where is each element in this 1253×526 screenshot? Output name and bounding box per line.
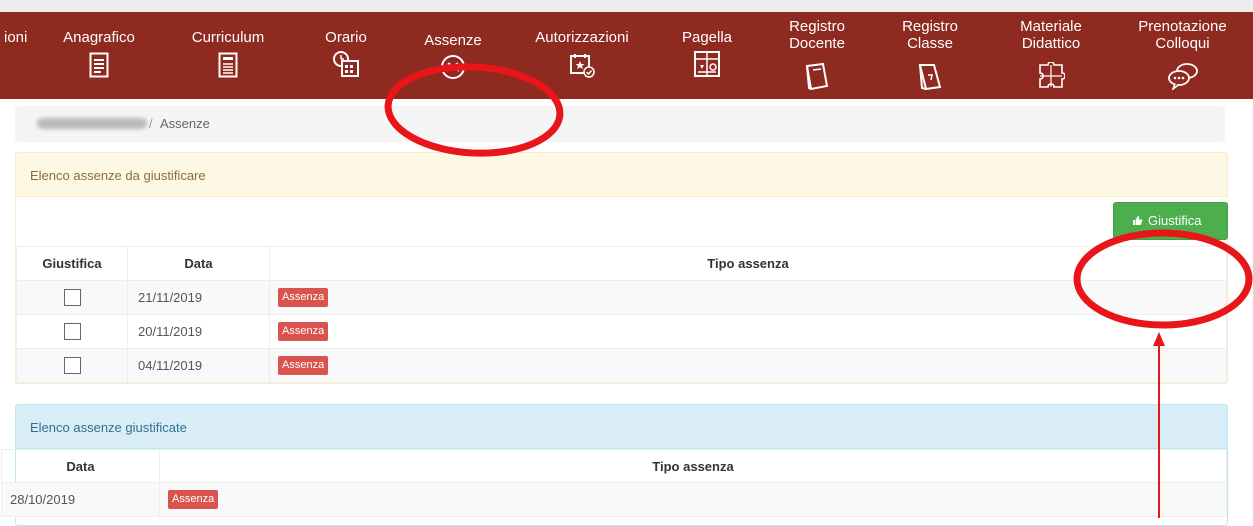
giustifica-button[interactable]: Giustifica — [1113, 202, 1228, 240]
nav-item-pagella[interactable]: Pagella — [668, 12, 746, 99]
panel-title: Elenco assenze giustificate — [30, 420, 187, 435]
justify-checkbox[interactable] — [63, 323, 81, 341]
absence-type-badge: Assenza — [278, 322, 329, 341]
redacted-student-name[interactable] — [37, 118, 147, 129]
nav-item-anagrafico[interactable]: Anagrafico — [52, 12, 146, 99]
panel-unjustified-absences: Elenco assenze da giustificare Giustific… — [15, 152, 1228, 384]
calendar-clock-icon — [332, 50, 360, 78]
nav-item-label-line2: Didattico — [1021, 35, 1081, 52]
nav-item-label: Anagrafico — [63, 29, 135, 46]
nav-item-prenotazione-colloqui[interactable]: Prenotazione Colloqui — [1112, 12, 1253, 99]
nav-item-label-line1: Prenotazione — [1138, 18, 1227, 35]
nav-item-label-line1: Registro — [789, 18, 845, 35]
document-icon — [89, 52, 109, 78]
column-header-tipo-assenza: Tipo assenza — [159, 449, 1227, 483]
table-row: 04/11/2019 Assenza — [16, 348, 1227, 383]
absence-type-badge: Assenza — [278, 288, 329, 307]
nav-item-orario[interactable]: Orario — [310, 12, 382, 99]
nav-item-label: Assenze — [424, 32, 482, 49]
giustifica-button-label: Giustifica — [1148, 213, 1202, 228]
justified-absences-table: Data Tipo assenza 28/10/2019 Assenza — [1, 449, 1227, 517]
nav-item-assenze[interactable]: Assenze — [408, 12, 498, 99]
breadcrumb-separator: / — [149, 116, 153, 131]
sad-face-icon — [440, 54, 466, 80]
justify-checkbox[interactable] — [63, 357, 81, 375]
absence-date: 20/11/2019 — [127, 314, 270, 349]
column-header-data: Data — [127, 246, 270, 281]
column-header-tipo-assenza: Tipo assenza — [269, 246, 1227, 281]
column-header-data: Data — [1, 449, 160, 483]
table-row: 21/11/2019 Assenza — [16, 280, 1227, 315]
table-row: 28/10/2019 Assenza — [1, 482, 1227, 517]
panel-title: Elenco assenze da giustificare — [30, 168, 206, 183]
table-header-row: Giustifica Data Tipo assenza — [16, 246, 1227, 281]
book-icon — [803, 62, 831, 92]
nav-item-comunicazioni[interactable]: ioni — [0, 12, 42, 99]
top-strip — [0, 0, 1253, 12]
nav-item-label-line2: Colloqui — [1155, 35, 1210, 52]
nav-item-label: Curriculum — [191, 29, 265, 46]
nav-item-registro-classe[interactable]: Registro Classe — [885, 12, 975, 99]
nav-item-label-line1: Registro — [902, 18, 958, 35]
puzzle-icon — [1037, 62, 1065, 90]
nav-item-label: ioni — [4, 29, 28, 46]
curriculum-icon — [218, 52, 238, 78]
speech-bubbles-icon — [1167, 62, 1199, 90]
absence-type-cell: Assenza — [269, 348, 1227, 383]
nav-item-materiale-didattico[interactable]: Materiale Didattico — [1000, 12, 1102, 99]
absence-type-cell: Assenza — [269, 280, 1227, 315]
calendar-check-icon — [569, 52, 595, 78]
nav-item-label: Autorizzazioni — [535, 29, 629, 46]
nav-item-label-line2: Classe — [907, 35, 953, 52]
absence-date: 04/11/2019 — [127, 348, 270, 383]
report-card-icon — [693, 50, 721, 78]
nav-item-registro-docente[interactable]: Registro Docente — [772, 12, 862, 99]
panel-heading: Elenco assenze da giustificare — [16, 153, 1227, 197]
column-header-giustifica: Giustifica — [16, 246, 128, 281]
nav-item-curriculum[interactable]: Curriculum — [178, 12, 278, 99]
thumbs-up-icon — [1132, 213, 1143, 228]
panel-heading: Elenco assenze giustificate — [16, 405, 1227, 449]
row-checkbox-cell — [16, 280, 128, 315]
absence-date: 28/10/2019 — [1, 482, 160, 517]
absence-type-cell: Assenza — [269, 314, 1227, 349]
nav-item-label-line1: Materiale — [1020, 18, 1082, 35]
breadcrumb-current: Assenze — [160, 116, 210, 131]
breadcrumb: / Assenze — [15, 106, 1225, 142]
absence-type-cell: Assenza — [159, 482, 1227, 517]
table-row: 20/11/2019 Assenza — [16, 314, 1227, 349]
absence-type-badge: Assenza — [278, 356, 329, 375]
row-checkbox-cell — [16, 314, 128, 349]
absence-type-badge: Assenza — [168, 490, 219, 509]
unjustified-absences-table: Giustifica Data Tipo assenza 21/11/2019 … — [16, 246, 1227, 383]
row-checkbox-cell — [16, 348, 128, 383]
nav-item-autorizzazioni[interactable]: Autorizzazioni — [518, 12, 646, 99]
notebook-icon — [916, 62, 944, 92]
main-navbar: ioni Anagrafico Curriculum Orario Assenz… — [0, 12, 1253, 99]
panel-justified-absences: Elenco assenze giustificate Data Tipo as… — [1, 404, 1228, 526]
table-header-row: Data Tipo assenza — [1, 449, 1227, 483]
justify-checkbox[interactable] — [63, 289, 81, 307]
nav-item-label-line2: Docente — [789, 35, 845, 52]
nav-item-label: Orario — [325, 29, 367, 46]
absence-date: 21/11/2019 — [127, 280, 270, 315]
nav-item-label: Pagella — [681, 29, 733, 46]
